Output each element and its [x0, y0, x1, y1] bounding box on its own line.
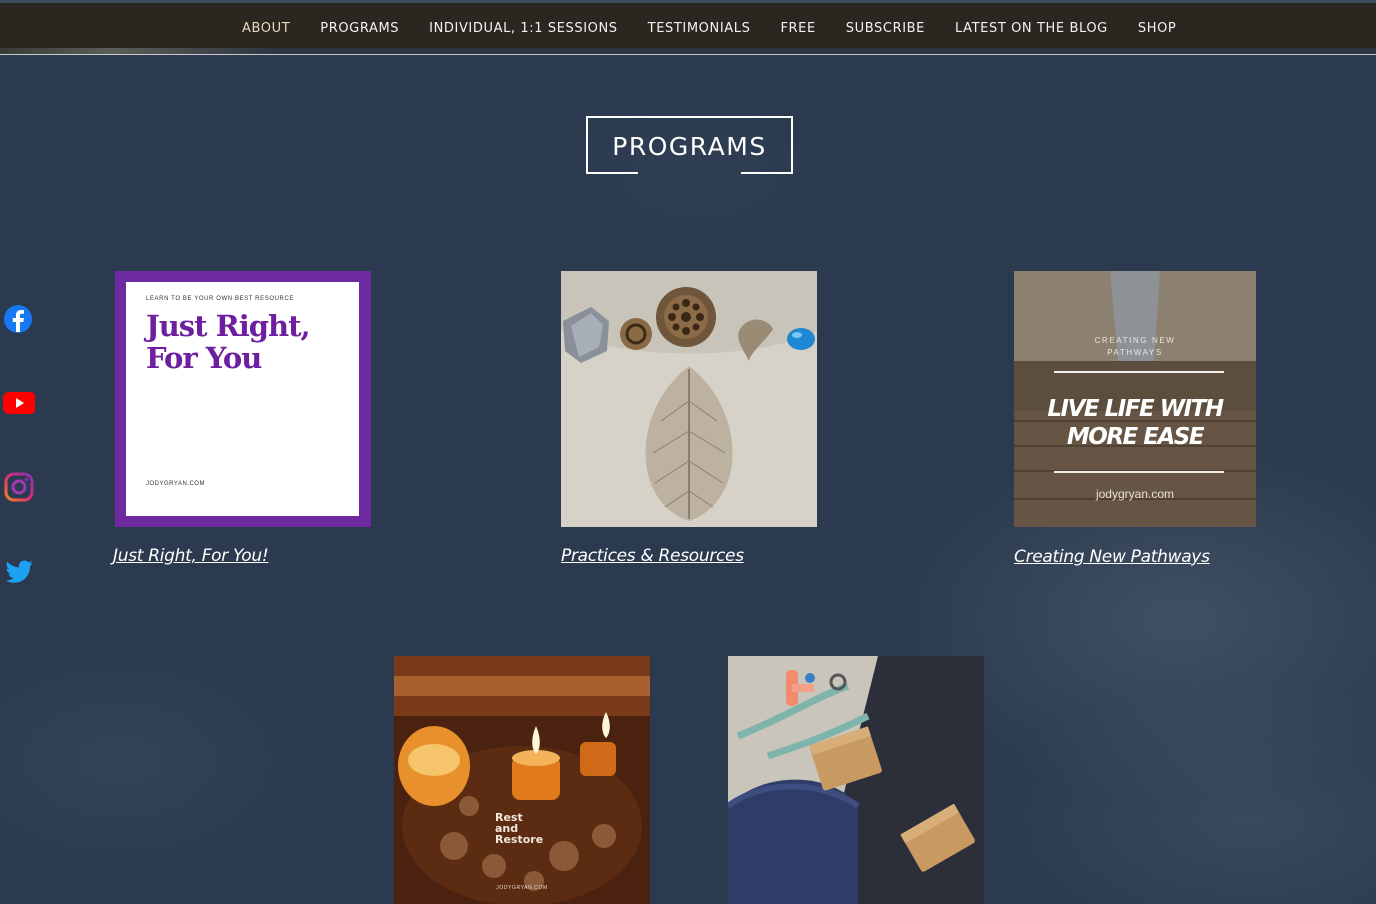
title-underline-right — [741, 172, 793, 174]
program-image-panel: LEARN TO BE YOUR OWN BEST RESOURCE Just … — [126, 282, 359, 516]
nav-item-blog[interactable]: LATEST ON THE BLOG — [940, 21, 1123, 36]
program-caption-pathways[interactable]: Creating New Pathways — [1014, 547, 1210, 567]
instagram-icon — [4, 472, 34, 502]
program-image-headline: LIVE LIFE WITH MORE EASE — [1014, 395, 1256, 451]
program-image-title: Rest and Restore — [495, 812, 543, 845]
program-image-subtitle-line2: PATHWAYS — [1107, 348, 1163, 357]
nav-item-programs[interactable]: PROGRAMS — [305, 21, 414, 36]
program-image-subtitle-line1: CREATING NEW — [1094, 336, 1176, 345]
stones-and-leaf-photo — [561, 271, 817, 527]
program-image-site: jodygryan.com — [1095, 487, 1175, 501]
program-image-subtitle: CREATING NEW PATHWAYS — [1014, 335, 1256, 359]
program-image-title-line2: For You — [146, 341, 262, 375]
program-image-rule-top — [1054, 371, 1224, 373]
program-image-rule-bottom — [1054, 471, 1224, 473]
nav-item-free[interactable]: FREE — [765, 21, 830, 36]
program-image-title-line1: Just Right, — [146, 309, 311, 343]
nav-item-about[interactable]: ABOUT — [227, 21, 305, 36]
instagram-link[interactable] — [3, 471, 35, 503]
program-image-title-line3: Restore — [495, 833, 544, 846]
program-image-title: Just Right, For You — [146, 309, 311, 375]
title-underline-left — [586, 172, 638, 174]
twitter-link[interactable] — [3, 555, 35, 587]
program-image-practices[interactable] — [561, 271, 817, 527]
candles-photo — [394, 656, 650, 904]
program-image-site: JODYGRYAN.COM — [496, 885, 548, 891]
nav-item-shop[interactable]: SHOP — [1123, 21, 1192, 36]
program-image-rest-restore[interactable]: Rest and Restore JODYGRYAN.COM — [394, 656, 650, 904]
yoga-props-photo — [728, 656, 984, 904]
facebook-link[interactable] — [3, 303, 35, 335]
main-nav: ABOUT PROGRAMS INDIVIDUAL, 1:1 SESSIONS … — [227, 6, 1191, 51]
program-image-headline-line2: MORE EASE — [1066, 424, 1205, 450]
program-caption-just-right[interactable]: Just Right, For You! — [113, 546, 269, 566]
top-navbar: ABOUT PROGRAMS INDIVIDUAL, 1:1 SESSIONS … — [0, 0, 1376, 48]
nav-item-individual-sessions[interactable]: INDIVIDUAL, 1:1 SESSIONS — [414, 21, 633, 36]
nav-item-testimonials[interactable]: TESTIMONIALS — [633, 21, 766, 36]
program-image-just-right[interactable]: LEARN TO BE YOUR OWN BEST RESOURCE Just … — [115, 271, 371, 527]
program-image-site: JODYGRYAN.COM — [146, 481, 205, 487]
program-image-headline-line1: LIVE LIFE WITH — [1047, 396, 1224, 422]
program-caption-practices[interactable]: Practices & Resources — [561, 546, 744, 566]
section-title-text: PROGRAMS — [612, 131, 767, 161]
program-image-tagline: LEARN TO BE YOUR OWN BEST RESOURCE — [146, 296, 294, 302]
program-image-pathways[interactable]: CREATING NEW PATHWAYS LIVE LIFE WITH MOR… — [1014, 271, 1256, 527]
youtube-link[interactable] — [3, 387, 35, 419]
section-title: PROGRAMS — [586, 116, 793, 174]
twitter-icon — [5, 560, 33, 583]
nav-item-subscribe[interactable]: SUBSCRIBE — [831, 21, 940, 36]
program-image-yoga[interactable] — [728, 656, 984, 904]
facebook-icon — [4, 305, 32, 333]
youtube-icon — [3, 392, 35, 414]
header-image-strip — [0, 48, 1376, 55]
